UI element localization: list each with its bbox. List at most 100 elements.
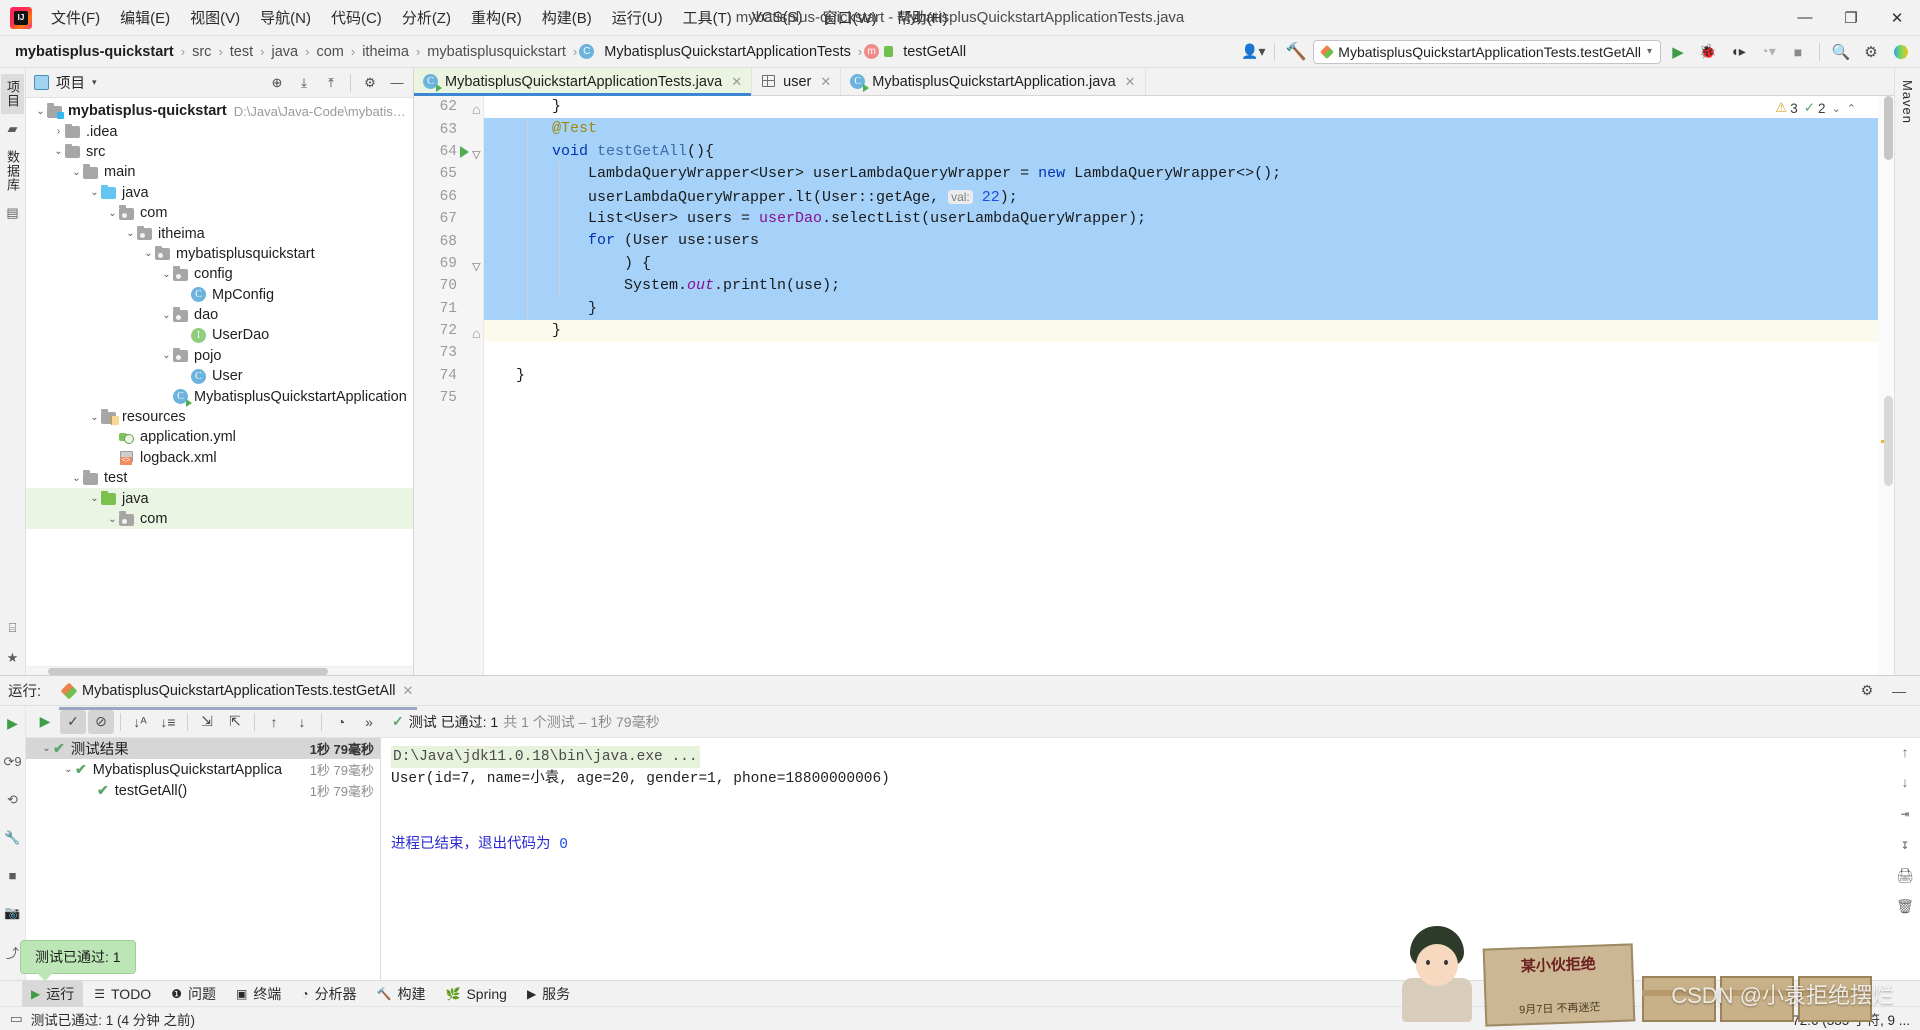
tree-node-mybatisplusquickstartapplication[interactable]: ›CMybatisplusQuickstartApplication <box>26 386 413 408</box>
chevron-down-icon[interactable]: › <box>106 432 119 443</box>
gutter-line-65[interactable]: 65 <box>414 163 483 185</box>
breadcrumb-item-3[interactable]: java <box>267 42 304 62</box>
chevron-down-icon[interactable]: ⌄ <box>88 412 101 423</box>
menu-item-8[interactable]: 运行(U) <box>603 3 672 32</box>
fold-icon[interactable]: ⌂ <box>472 103 481 119</box>
sort-alpha-button[interactable]: ↓ᴬ <box>127 710 153 734</box>
tree-node-test[interactable]: ⌄ test <box>26 468 413 488</box>
run-toolbar[interactable]: ▶ ✓ ⊘ ↓ᴬ ↓≡ ⇲ ⇱ ↑ ↓ ◔» ✓ 测试 已通过: 1共 1 个测试 – 1秒 79毫秒 <box>26 706 1920 738</box>
breadcrumb-item-6[interactable]: mybatisplusquickstart <box>422 42 571 62</box>
bottom-bar-item-TODO[interactable]: ☰ TODO <box>85 983 160 1005</box>
tree-node-resources[interactable]: ⌄ resources <box>26 407 413 427</box>
collapse-all-icon[interactable]: ⤒ <box>319 72 343 94</box>
menu-item-1[interactable]: 编辑(E) <box>111 3 179 32</box>
gutter-line-72[interactable]: 72 ⌂ <box>414 320 483 343</box>
bottom-bar-item-分析器[interactable]: ◔ 分析器 <box>292 981 365 1007</box>
rerun-icon[interactable]: ▶ <box>7 710 18 737</box>
folder-icon[interactable]: ▰ <box>8 116 18 142</box>
run-with-coverage-button[interactable]: ◖▸ <box>1725 40 1751 64</box>
chevron-down-icon[interactable]: ⌄ <box>62 764 75 775</box>
tree-node-mybatisplusquickstart[interactable]: ⌄ mybatisplusquickstart <box>26 244 413 264</box>
warning-badge[interactable]: ⚠ 3 <box>1775 100 1798 116</box>
minimize-button[interactable]: — <box>1782 0 1828 36</box>
close-icon[interactable]: ✕ <box>820 74 831 90</box>
collapse-all-button[interactable]: ⇱ <box>222 710 248 734</box>
menu-item-9[interactable]: 工具(T) <box>674 3 741 32</box>
more-button[interactable]: » <box>356 710 382 734</box>
user-icon[interactable]: 👤▾ <box>1240 40 1266 64</box>
screenshot-icon[interactable]: 📷 <box>4 900 20 926</box>
bottom-bar-items[interactable]: ▶ 运行 ☰ TODO ❶ 问题 ▣ 终端 ◔ 分析器 🔨 构建 🌿 Spring ▶ 服务 <box>22 980 579 1007</box>
bottom-bar-item-问题[interactable]: ❶ 问题 <box>162 981 225 1007</box>
hide-panel-icon[interactable]: — <box>1886 679 1912 703</box>
chevron-down-icon[interactable]: ⌄ <box>160 310 173 321</box>
maximize-button[interactable]: ❐ <box>1828 0 1874 36</box>
chevron-down-icon[interactable]: ⌄ <box>88 187 101 198</box>
code-line-64[interactable]: void testGetAll(){ <box>484 140 1878 164</box>
fold-icon[interactable]: ⌂ <box>472 327 481 343</box>
chevron-down-icon[interactable]: ⌄ <box>88 493 101 504</box>
tree-node-.idea[interactable]: › .idea <box>26 121 413 141</box>
chevron-down-icon[interactable]: › <box>160 391 173 402</box>
run-session-tab[interactable]: MybatisplusQuickstartApplicationTests.te… <box>59 678 418 710</box>
code-line-74[interactable]: } <box>484 365 1878 387</box>
chevron-down-icon[interactable]: ⌄ <box>1832 102 1841 115</box>
chevron-down-icon[interactable]: ⌄ <box>106 514 119 525</box>
tree-node-user[interactable]: ›CUser <box>26 366 413 386</box>
console-side-icon-4[interactable]: 🖨 <box>1896 868 1914 885</box>
tree-node-mpconfig[interactable]: ›CMpConfig <box>26 285 413 305</box>
bottom-bar-item-运行[interactable]: ▶ 运行 <box>22 980 84 1007</box>
tree-node-logback.xml[interactable]: › logback.xml <box>26 448 413 468</box>
menu-item-4[interactable]: 代码(C) <box>322 3 391 32</box>
gutter-line-64[interactable]: 64 ▽ <box>414 141 483 165</box>
project-tree[interactable]: ⌄ mybatisplus-quickstart D:\Java\Java-Code… <box>26 98 413 666</box>
chevron-down-icon[interactable]: › <box>106 452 119 463</box>
menu-item-2[interactable]: 视图(V) <box>181 3 249 32</box>
breadcrumb-item-7[interactable]: C MybatisplusQuickstartApplicationTests <box>579 42 856 62</box>
code-line-72[interactable]: } <box>484 319 1878 343</box>
gutter-line-68[interactable]: 68 <box>414 230 483 252</box>
chevron-down-icon[interactable]: ⌄ <box>124 228 137 239</box>
console-side-toolbar[interactable]: ↑ ↓ ⇥ ↧ 🖨 🗑 <box>1890 738 1920 980</box>
gutter-line-73[interactable]: 73 <box>414 342 483 364</box>
run-configuration-selector[interactable]: MybatisplusQuickstartApplicationTests.te… <box>1313 39 1661 64</box>
tree-node-java[interactable]: ⌄ java <box>26 488 413 509</box>
menu-item-10[interactable]: VCS(S) <box>743 5 812 30</box>
rail-item-project[interactable]: 项目 <box>1 74 24 114</box>
editor-tab-2[interactable]: C MybatisplusQuickstartApplication.java ✕ <box>841 68 1146 95</box>
tree-node-main[interactable]: ⌄ main <box>26 162 413 182</box>
gutter-line-62[interactable]: 62 ⌂ <box>414 96 483 119</box>
editor-gutter[interactable]: 62 ⌂ 63 64 ▽ 65 66 67 68 69 ▽ 70 71 72 ⌂ 73 74 75 <box>414 96 484 675</box>
favorites-star-icon[interactable]: ★ <box>7 645 19 671</box>
menu-item-6[interactable]: 重构(R) <box>462 3 531 32</box>
console-side-icon-3[interactable]: ↧ <box>1901 837 1909 854</box>
toggle-auto-test-icon[interactable]: ⟲ <box>7 787 18 813</box>
ide-accent-icon[interactable] <box>1888 40 1914 64</box>
fold-icon[interactable]: ▽ <box>472 147 481 164</box>
search-icon[interactable]: 🔍 <box>1828 40 1854 64</box>
sort-duration-button[interactable]: ↓≡ <box>155 710 181 734</box>
code-line-62[interactable]: } <box>484 96 1878 118</box>
tree-node-src[interactable]: ⌄ src <box>26 142 413 162</box>
code-line-63[interactable]: @Test <box>484 118 1878 141</box>
test-tree-row-2[interactable]: ✔ testGetAll() 1秒 79毫秒 <box>26 780 380 801</box>
chevron-down-icon[interactable]: › <box>178 330 191 341</box>
tree-node-java[interactable]: ⌄ java <box>26 183 413 203</box>
project-horizontal-scrollbar[interactable] <box>26 666 413 675</box>
chevron-down-icon[interactable]: ⌄ <box>52 146 65 157</box>
breadcrumb-item-5[interactable]: itheima <box>357 42 414 62</box>
code-area[interactable]: } @Test void testGetAll(){ LambdaQueryWr… <box>484 96 1878 675</box>
console-side-icon-5[interactable]: 🗑 <box>1896 899 1914 916</box>
chevron-down-icon[interactable]: ⌄ <box>160 269 173 280</box>
event-log-icon[interactable]: ▭ <box>10 1011 23 1027</box>
bottom-bar-item-构建[interactable]: 🔨 构建 <box>368 981 435 1007</box>
menu-item-11[interactable]: 窗口(W) <box>814 3 886 32</box>
console-side-icon-0[interactable]: ↑ <box>1901 746 1909 762</box>
code-line-68[interactable]: for (User use:users <box>484 230 1878 253</box>
breadcrumb-item-8[interactable]: m testGetAll <box>864 42 971 62</box>
console-side-icon-2[interactable]: ⇥ <box>1901 806 1909 823</box>
console-side-icon-1[interactable]: ↓ <box>1901 776 1909 792</box>
chevron-down-icon[interactable]: ⌄ <box>142 248 155 259</box>
gutter-line-70[interactable]: 70 <box>414 275 483 297</box>
chevron-down-icon[interactable]: ⌄ <box>160 350 173 361</box>
